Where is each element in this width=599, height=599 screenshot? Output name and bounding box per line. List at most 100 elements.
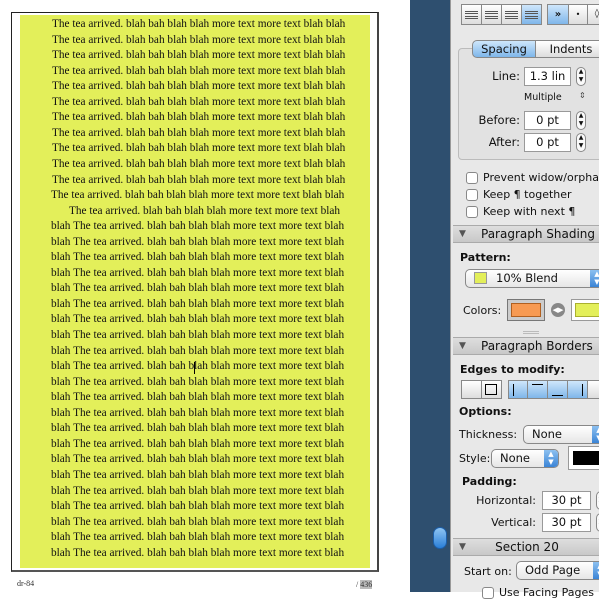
text-line: blah The tea arrived. blah bah blah blah… — [51, 235, 345, 248]
text-line: The tea arrived. blah bah blah blah more… — [52, 142, 346, 155]
edges-none-button[interactable] — [461, 380, 482, 399]
document-page[interactable]: The tea arrived. blah bah blah blah more… — [0, 0, 410, 592]
align-align-left-button[interactable] — [461, 4, 482, 25]
keep-next-label: Keep with next ¶ — [483, 205, 576, 218]
foreground-color-well[interactable] — [507, 299, 545, 321]
text-line: The tea arrived. blah bah blah blah more… — [52, 111, 346, 124]
text-cursor — [194, 362, 195, 374]
after-field[interactable]: 0 pt — [524, 133, 571, 152]
before-field[interactable]: 0 pt — [524, 111, 571, 130]
keep-together-label: Keep ¶ together — [483, 188, 572, 201]
line-stepper[interactable]: ▲ ▼ — [576, 67, 586, 86]
text-line: blah The tea arrived. blah bah blah blah… — [51, 375, 345, 388]
footer-page-count: / 436 — [356, 580, 373, 589]
text-line: blah The tea arrived. blah bah blah blah… — [51, 251, 345, 264]
text-line-glyph — [525, 10, 538, 12]
text-line-glyph — [465, 15, 478, 17]
after-label: After: — [488, 135, 520, 149]
text-line: blah The tea arrived. blah bah blah blah… — [51, 391, 345, 404]
text-line: The tea arrived. blah bah blah blah more… — [52, 18, 346, 30]
align-align-center-button[interactable] — [481, 4, 502, 25]
line-spacing-field[interactable]: 1.3 lin — [524, 67, 571, 86]
footer-page-number: 436 — [360, 580, 373, 589]
tab-indents[interactable]: Indents — [535, 40, 599, 58]
text-line: blah The tea arrived. blah bah blah blah… — [51, 297, 345, 310]
start-on-popup[interactable]: Odd Page▲▼ — [516, 561, 599, 580]
section-header[interactable]: ▼ Section 20 — [453, 538, 599, 556]
text-line-glyph — [465, 18, 478, 19]
text-line-glyph — [525, 15, 538, 17]
disclosure-triangle-icon: ▼ — [459, 229, 466, 239]
disclosure-triangle-icon: ▼ — [459, 341, 466, 351]
thickness-label: Thickness: — [459, 428, 518, 441]
section-title: Paragraph Borders — [481, 339, 593, 353]
keep-together-checkbox[interactable] — [466, 189, 478, 201]
text-line: blah The tea arrived. blah bah blah blah… — [51, 484, 345, 497]
text-line-glyph — [505, 18, 518, 19]
text-line: blah The tea arrived. blah bah blah blah… — [51, 406, 345, 419]
text-line: blah The tea arrived. blah bah blah blah… — [51, 546, 345, 559]
align-justify-button[interactable] — [521, 4, 542, 25]
edge-bottom-button[interactable] — [547, 380, 568, 399]
swap-colors-icon[interactable]: ◀▶ — [551, 303, 565, 317]
edge-left-button[interactable] — [508, 380, 528, 399]
edge-right-button[interactable] — [567, 380, 588, 399]
edge-inner-button[interactable] — [587, 380, 599, 399]
vertical-padding-field[interactable]: 30 pt — [542, 513, 591, 532]
text-line: The tea arrived. blah bah blah blah more… — [52, 95, 346, 108]
text-line: The tea arrived. blah bah blah blah more… — [52, 64, 346, 77]
thickness-popup[interactable]: None▲▼ — [523, 425, 599, 444]
border-color-well[interactable] — [568, 446, 599, 470]
widow-checkbox[interactable] — [466, 172, 478, 184]
text-line: The tea arrived. blah bah blah blah more… — [52, 173, 346, 186]
disclosure-triangle-icon: ▼ — [459, 542, 466, 552]
start-on-value: Odd Page — [525, 563, 581, 577]
paragraph-shading-header[interactable]: ▼ Paragraph Shading — [453, 225, 599, 243]
text-line-glyph — [485, 18, 498, 19]
edges-all-button[interactable] — [481, 380, 502, 399]
style-label: Style: — [459, 452, 491, 465]
resize-grip[interactable] — [523, 331, 539, 334]
text-line: The tea arrived. blah bah blah blah more… — [69, 204, 341, 217]
edge-top-button[interactable] — [527, 380, 548, 399]
text-line: blah The tea arrived. blah bah blah blah… — [51, 437, 345, 450]
text-line-glyph — [525, 18, 538, 19]
horizontal-label: Horizontal: — [476, 494, 536, 507]
facing-pages-label: Use Facing Pages — [499, 586, 595, 599]
split-handle[interactable] — [433, 527, 447, 549]
text-line: blah The tea arrived. blah bah blah blah… — [51, 500, 345, 513]
facing-pages-checkbox[interactable] — [482, 587, 494, 599]
window-divider — [410, 0, 450, 592]
footer-left: dr-84 — [17, 579, 35, 588]
list-bullet-button[interactable]: • — [568, 4, 588, 25]
keep-next-checkbox[interactable] — [466, 206, 478, 218]
text-line: The tea arrived. blah bah blah blah more… — [52, 49, 346, 62]
text-line-glyph — [505, 13, 518, 14]
before-stepper[interactable]: ▲ ▼ — [576, 111, 586, 130]
text-line-glyph — [525, 13, 538, 14]
text-line: blah The tea arrived. blah bah blah blah… — [51, 468, 345, 481]
after-stepper[interactable]: ▲ ▼ — [576, 133, 586, 152]
tab-spacing[interactable]: Spacing — [472, 40, 536, 58]
text-line: blah The tea arrived. blah bah blah blah… — [51, 266, 345, 279]
list-bullets-button[interactable]: » — [547, 4, 569, 25]
align-align-right-button[interactable] — [501, 4, 522, 25]
start-on-label: Start on: — [464, 565, 512, 578]
inspector-panel: » • ◊ Spacing Indents Line: 1.3 lin ▲ ▼ M… — [450, 0, 599, 599]
text-line: blah The tea arrived. blah bah blah blah… — [51, 360, 345, 373]
pattern-swatch — [474, 272, 487, 284]
colors-label: Colors: — [463, 304, 502, 317]
text-line: The tea arrived. blah bah blah blah more… — [52, 33, 346, 46]
text-line-glyph — [505, 10, 518, 12]
line-mode-popup[interactable]: Multiple — [524, 92, 562, 103]
widow-label: Prevent widow/orphan — [483, 171, 599, 184]
style-popup[interactable]: None ▲ ▼ — [491, 449, 559, 468]
text-line-glyph — [465, 10, 478, 12]
updown-icon[interactable]: ⇕ — [579, 91, 586, 100]
list-other-button[interactable]: ◊ — [587, 4, 599, 25]
text-line: blah The tea arrived. blah bah blah blah… — [51, 531, 345, 544]
background-color-well[interactable] — [571, 299, 599, 321]
text-line: blah The tea arrived. blah bah blah blah… — [51, 453, 345, 466]
paragraph-borders-header[interactable]: ▼ Paragraph Borders — [453, 337, 599, 355]
horizontal-padding-field[interactable]: 30 pt — [542, 491, 591, 510]
